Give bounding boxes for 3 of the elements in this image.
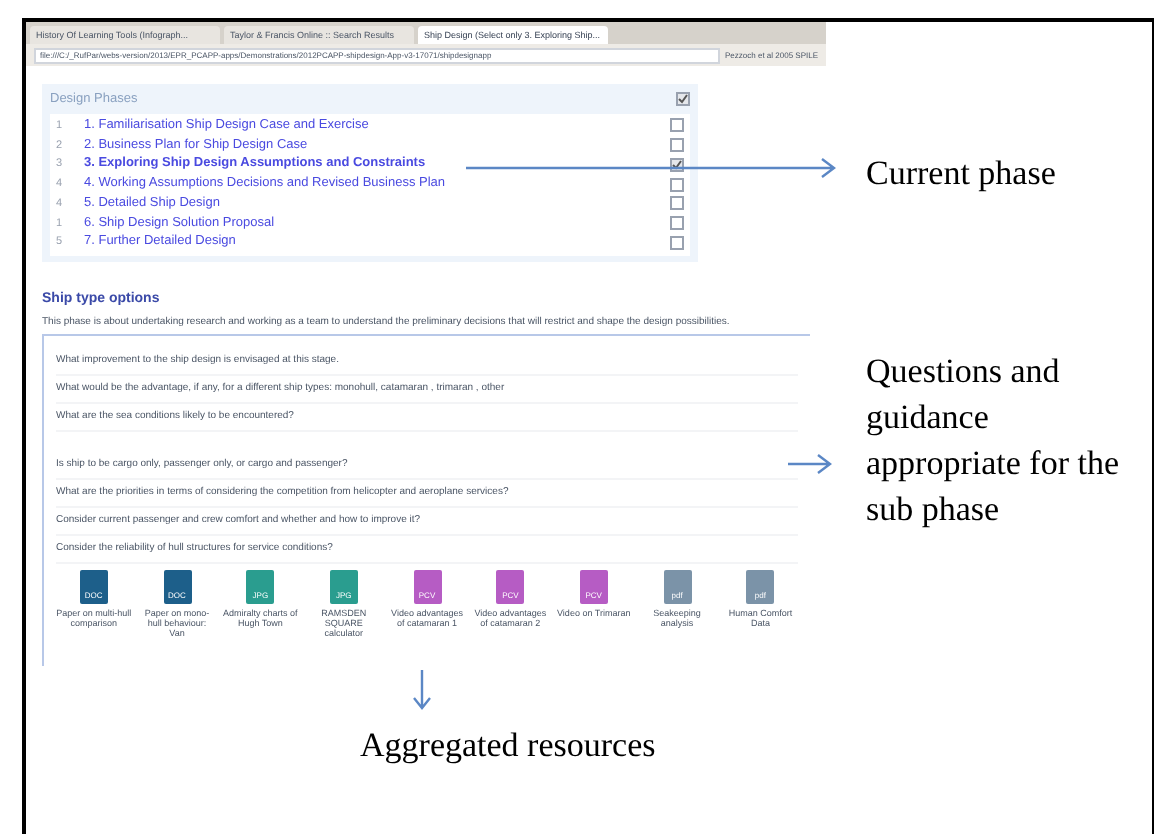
annotation-label: Aggregated resources xyxy=(360,724,658,768)
annotation-label: Current phase xyxy=(866,152,1058,196)
annotation-label: Questions and guidance appropriate for the sub phase xyxy=(866,349,1121,531)
